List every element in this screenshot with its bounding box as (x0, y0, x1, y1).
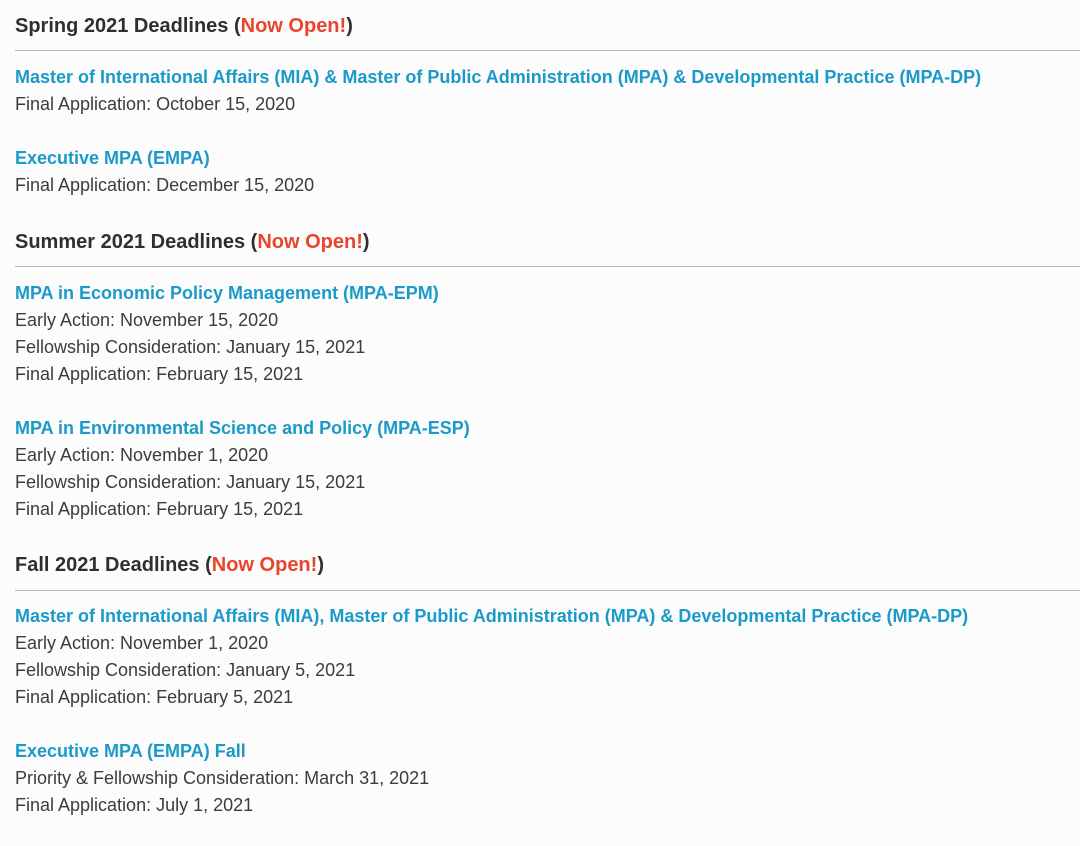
deadline-line: Fellowship Consideration: January 5, 202… (15, 660, 356, 680)
deadline-line: Final Application: October 15, 2020 (15, 94, 296, 114)
program-link[interactable]: MPA in Environmental Science and Policy … (15, 415, 470, 442)
deadline-line: Fellowship Consideration: January 15, 20… (15, 337, 366, 357)
fall-deadlines-heading: Fall 2021 Deadlines (Now Open!) (15, 553, 324, 577)
deadline-line: Early Action: November 15, 2020 (15, 310, 279, 330)
deadline-line: Final Application: February 15, 2021 (15, 364, 304, 384)
heading-text: Summer 2021 Deadlines ( (15, 231, 258, 253)
now-open-label: Now Open! (240, 15, 347, 37)
program-spring-empa: Executive MPA (EMPA) Final Application: … (15, 145, 314, 199)
program-link[interactable]: Executive MPA (EMPA) Fall (15, 738, 429, 765)
program-summer-mpa-esp: MPA in Environmental Science and Policy … (15, 415, 470, 523)
program-fall-mia-mpa: Master of International Affairs (MIA), M… (15, 603, 968, 711)
program-link[interactable]: MPA in Economic Policy Management (MPA-E… (15, 280, 439, 307)
program-fall-empa: Executive MPA (EMPA) Fall Priority & Fel… (15, 738, 429, 819)
deadline-line: Final Application: February 5, 2021 (15, 687, 294, 707)
heading-close: ) (317, 554, 324, 576)
deadline-line: Final Application: July 1, 2021 (15, 795, 254, 815)
deadline-line: Early Action: November 1, 2020 (15, 633, 269, 653)
now-open-label: Now Open! (211, 554, 318, 576)
summer-deadlines-heading: Summer 2021 Deadlines (Now Open!) (15, 230, 370, 254)
deadline-line: Early Action: November 1, 2020 (15, 445, 269, 465)
deadline-line: Fellowship Consideration: January 15, 20… (15, 472, 366, 492)
deadline-line: Priority & Fellowship Consideration: Mar… (15, 768, 430, 788)
deadlines-page: Spring 2021 Deadlines (Now Open!) Master… (0, 0, 1080, 846)
section-divider (15, 590, 1080, 591)
program-link[interactable]: Executive MPA (EMPA) (15, 145, 314, 172)
program-summer-mpa-epm: MPA in Economic Policy Management (MPA-E… (15, 280, 439, 388)
heading-text: Fall 2021 Deadlines ( (15, 554, 212, 576)
heading-text: Spring 2021 Deadlines ( (15, 15, 241, 37)
section-divider (15, 50, 1080, 51)
spring-deadlines-heading: Spring 2021 Deadlines (Now Open!) (15, 14, 353, 38)
now-open-label: Now Open! (257, 231, 363, 253)
program-spring-mia-mpa: Master of International Affairs (MIA) & … (15, 64, 981, 118)
program-link[interactable]: Master of International Affairs (MIA) & … (15, 64, 981, 91)
heading-close: ) (346, 15, 353, 37)
deadline-line: Final Application: December 15, 2020 (15, 175, 315, 195)
heading-close: ) (362, 231, 370, 253)
deadline-line: Final Application: February 15, 2021 (15, 499, 304, 519)
program-link[interactable]: Master of International Affairs (MIA), M… (15, 603, 968, 630)
section-divider (15, 266, 1080, 267)
